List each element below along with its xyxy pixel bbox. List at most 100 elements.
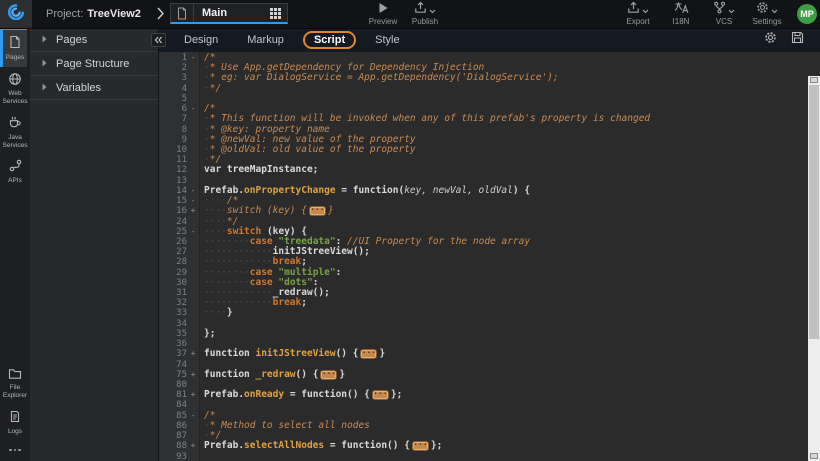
fold-marker[interactable]: - [187, 53, 199, 63]
line-number: 29 [158, 268, 187, 278]
topbar-right-actions: Export I18N VCS Settings MP [623, 2, 817, 26]
fold-marker [187, 63, 199, 73]
code-text[interactable]: function initJStreeView() {} [204, 349, 808, 359]
fold-marker[interactable]: + [187, 349, 199, 359]
fold-marker[interactable]: - [187, 186, 199, 196]
user-avatar[interactable]: MP [797, 4, 817, 24]
i18n-button[interactable]: I18N [666, 2, 696, 26]
grid-icon[interactable] [270, 8, 281, 19]
code-line: 75+function _redraw() {} [158, 370, 808, 380]
line-number: 28 [158, 257, 187, 267]
fold-marker [187, 257, 199, 267]
code-line: 5 [158, 94, 808, 104]
code-text[interactable] [204, 400, 808, 410]
fold-marker [187, 217, 199, 227]
gear-icon [764, 31, 777, 49]
code-text[interactable]: Prefab.selectAllNodes = function() {}; [204, 441, 808, 451]
code-text[interactable] [204, 94, 808, 104]
more-button[interactable] [0, 441, 30, 461]
line-number: 27 [158, 247, 187, 257]
line-number: 80 [158, 380, 187, 390]
code-text[interactable]: Prefab.onReady = function() {}; [204, 390, 808, 400]
fold-marker [187, 298, 199, 308]
sidebar-item-pages[interactable]: Pages [0, 28, 27, 67]
code-editor[interactable]: 1-/*2·* Use App.getDependency for Depend… [158, 52, 820, 461]
sidebar-item-web-services[interactable]: Web Services [0, 67, 27, 111]
code-lines: 1-/*2·* Use App.getDependency for Depend… [158, 53, 808, 461]
rail-top-items: PagesWeb ServicesJava ServicesAPIs [0, 28, 30, 190]
panel-section-variables[interactable]: Variables [30, 76, 158, 100]
file-explorer-icon [8, 368, 22, 383]
fold-marker[interactable]: - [187, 196, 199, 206]
panel-section-page-structure[interactable]: Page Structure [30, 52, 158, 76]
vcs-button[interactable]: VCS [709, 2, 739, 26]
fold-marker [187, 125, 199, 135]
save-button[interactable] [791, 31, 804, 49]
chevron-right-icon [156, 6, 165, 26]
export-button[interactable]: Export [623, 2, 653, 26]
editor-scrollbar[interactable] [808, 76, 820, 461]
line-number: 24 [158, 217, 187, 227]
publish-button[interactable]: Publish [410, 2, 440, 26]
preview-label: Preview [369, 17, 397, 26]
code-text[interactable]: ····switch (key) {} [204, 206, 808, 216]
fold-marker [187, 135, 199, 145]
preview-button[interactable]: Preview [368, 2, 398, 26]
tab-style[interactable]: Style [365, 32, 409, 48]
code-text[interactable]: function _redraw() {} [204, 370, 808, 380]
apis-icon [9, 159, 22, 175]
double-chevron-left-icon [154, 31, 163, 49]
publish-icon [414, 1, 427, 16]
sidebar-item-apis[interactable]: APIs [0, 154, 27, 190]
code-text[interactable]: ·* Method to select all nodes [204, 421, 808, 431]
fold-marker [187, 155, 199, 165]
settings-button[interactable]: Settings [752, 2, 782, 26]
code-text[interactable]: ·* eg: var DialogService = App.getDepend… [204, 73, 808, 83]
fold-marker[interactable]: + [187, 390, 199, 400]
code-text[interactable]: Prefab.onPropertyChange = function(key, … [204, 186, 808, 196]
editor-tab-bar: Design Markup Script Style [158, 28, 820, 52]
tab-design[interactable]: Design [174, 32, 228, 48]
script-settings-button[interactable] [764, 31, 777, 49]
panel-collapse-button[interactable] [151, 33, 166, 47]
fold-marker[interactable]: + [187, 370, 199, 380]
collapsed-code-badge[interactable] [412, 441, 429, 451]
fold-marker[interactable]: + [187, 441, 199, 451]
collapsed-code-badge[interactable] [320, 370, 337, 380]
tab-markup[interactable]: Markup [237, 32, 294, 48]
page-selector[interactable]: Main [170, 3, 288, 24]
sidebar-item-label: File Explorer [3, 384, 27, 400]
sidebar-item-file-explorer[interactable]: File Explorer [0, 363, 27, 405]
sidebar-item-java-services[interactable]: Java Services [0, 111, 27, 154]
fold-marker[interactable]: - [187, 104, 199, 114]
fold-marker[interactable]: - [187, 227, 199, 237]
code-text[interactable]: }; [204, 329, 808, 339]
fold-marker [187, 268, 199, 278]
tab-script[interactable]: Script [303, 31, 356, 49]
code-text[interactable] [204, 319, 808, 329]
scrollbar-thumb[interactable] [809, 85, 819, 339]
fold-marker[interactable]: - [187, 411, 199, 421]
settings-label: Settings [753, 17, 782, 26]
code-text[interactable] [204, 452, 808, 461]
code-line: 84 [158, 400, 808, 410]
sidebar-item-logs[interactable]: Logs [0, 405, 27, 441]
code-line: 3·* eg: var DialogService = App.getDepen… [158, 73, 808, 83]
fold-marker[interactable]: + [187, 206, 199, 216]
fold-marker [187, 360, 199, 370]
panel-section-pages[interactable]: Pages [30, 28, 158, 52]
collapsed-code-badge[interactable] [309, 206, 326, 216]
sidebar-item-label: Logs [8, 428, 22, 436]
collapsed-code-badge[interactable] [360, 349, 377, 359]
code-text[interactable]: ············break; [204, 298, 808, 308]
current-page-name: Main [194, 7, 270, 19]
fold-marker [187, 431, 199, 441]
code-text[interactable]: var treeMapInstance; [204, 165, 808, 175]
code-text[interactable]: ·* @oldVal: old value of the property [204, 145, 808, 155]
line-number: 35 [158, 329, 187, 339]
app-logo[interactable] [0, 0, 32, 28]
code-text[interactable]: ·*/ [204, 84, 808, 94]
fold-marker [187, 339, 199, 349]
collapsed-code-badge[interactable] [372, 390, 389, 400]
code-text[interactable]: ····} [204, 308, 808, 318]
